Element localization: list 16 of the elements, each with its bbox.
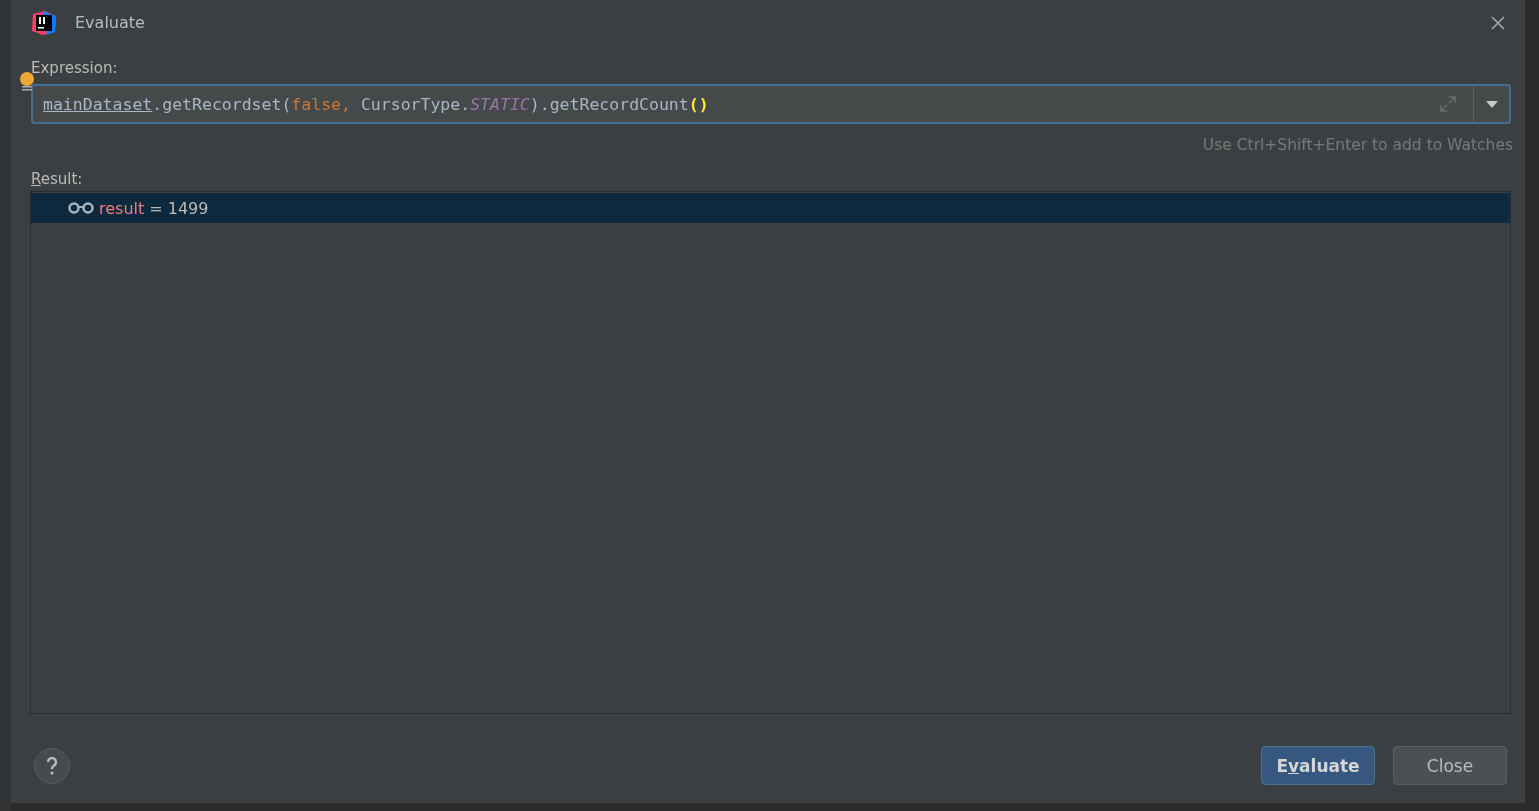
app-logo-icon xyxy=(31,9,57,36)
help-button[interactable] xyxy=(34,747,70,784)
result-row[interactable]: result = 1499 xyxy=(31,193,1510,223)
close-button[interactable]: Close xyxy=(1393,746,1507,785)
result-label: Result: xyxy=(31,170,84,188)
glasses-icon xyxy=(68,202,94,214)
result-value: = 1499 xyxy=(149,198,209,218)
watches-hint: Use Ctrl+Shift+Enter to add to Watches xyxy=(1202,136,1513,154)
expression-label: Expression: xyxy=(31,59,119,77)
window-title: Evaluate xyxy=(75,13,146,32)
close-icon[interactable] xyxy=(1491,15,1505,30)
evaluate-button[interactable]: Evaluate xyxy=(1261,746,1375,785)
question-mark-icon xyxy=(46,756,58,775)
expression-field[interactable]: mainDataset.getRecordset(false, CursorType.STATIC).getRecordCount() xyxy=(31,84,1511,124)
result-name: result xyxy=(99,198,145,218)
caret-icon xyxy=(1485,100,1498,108)
